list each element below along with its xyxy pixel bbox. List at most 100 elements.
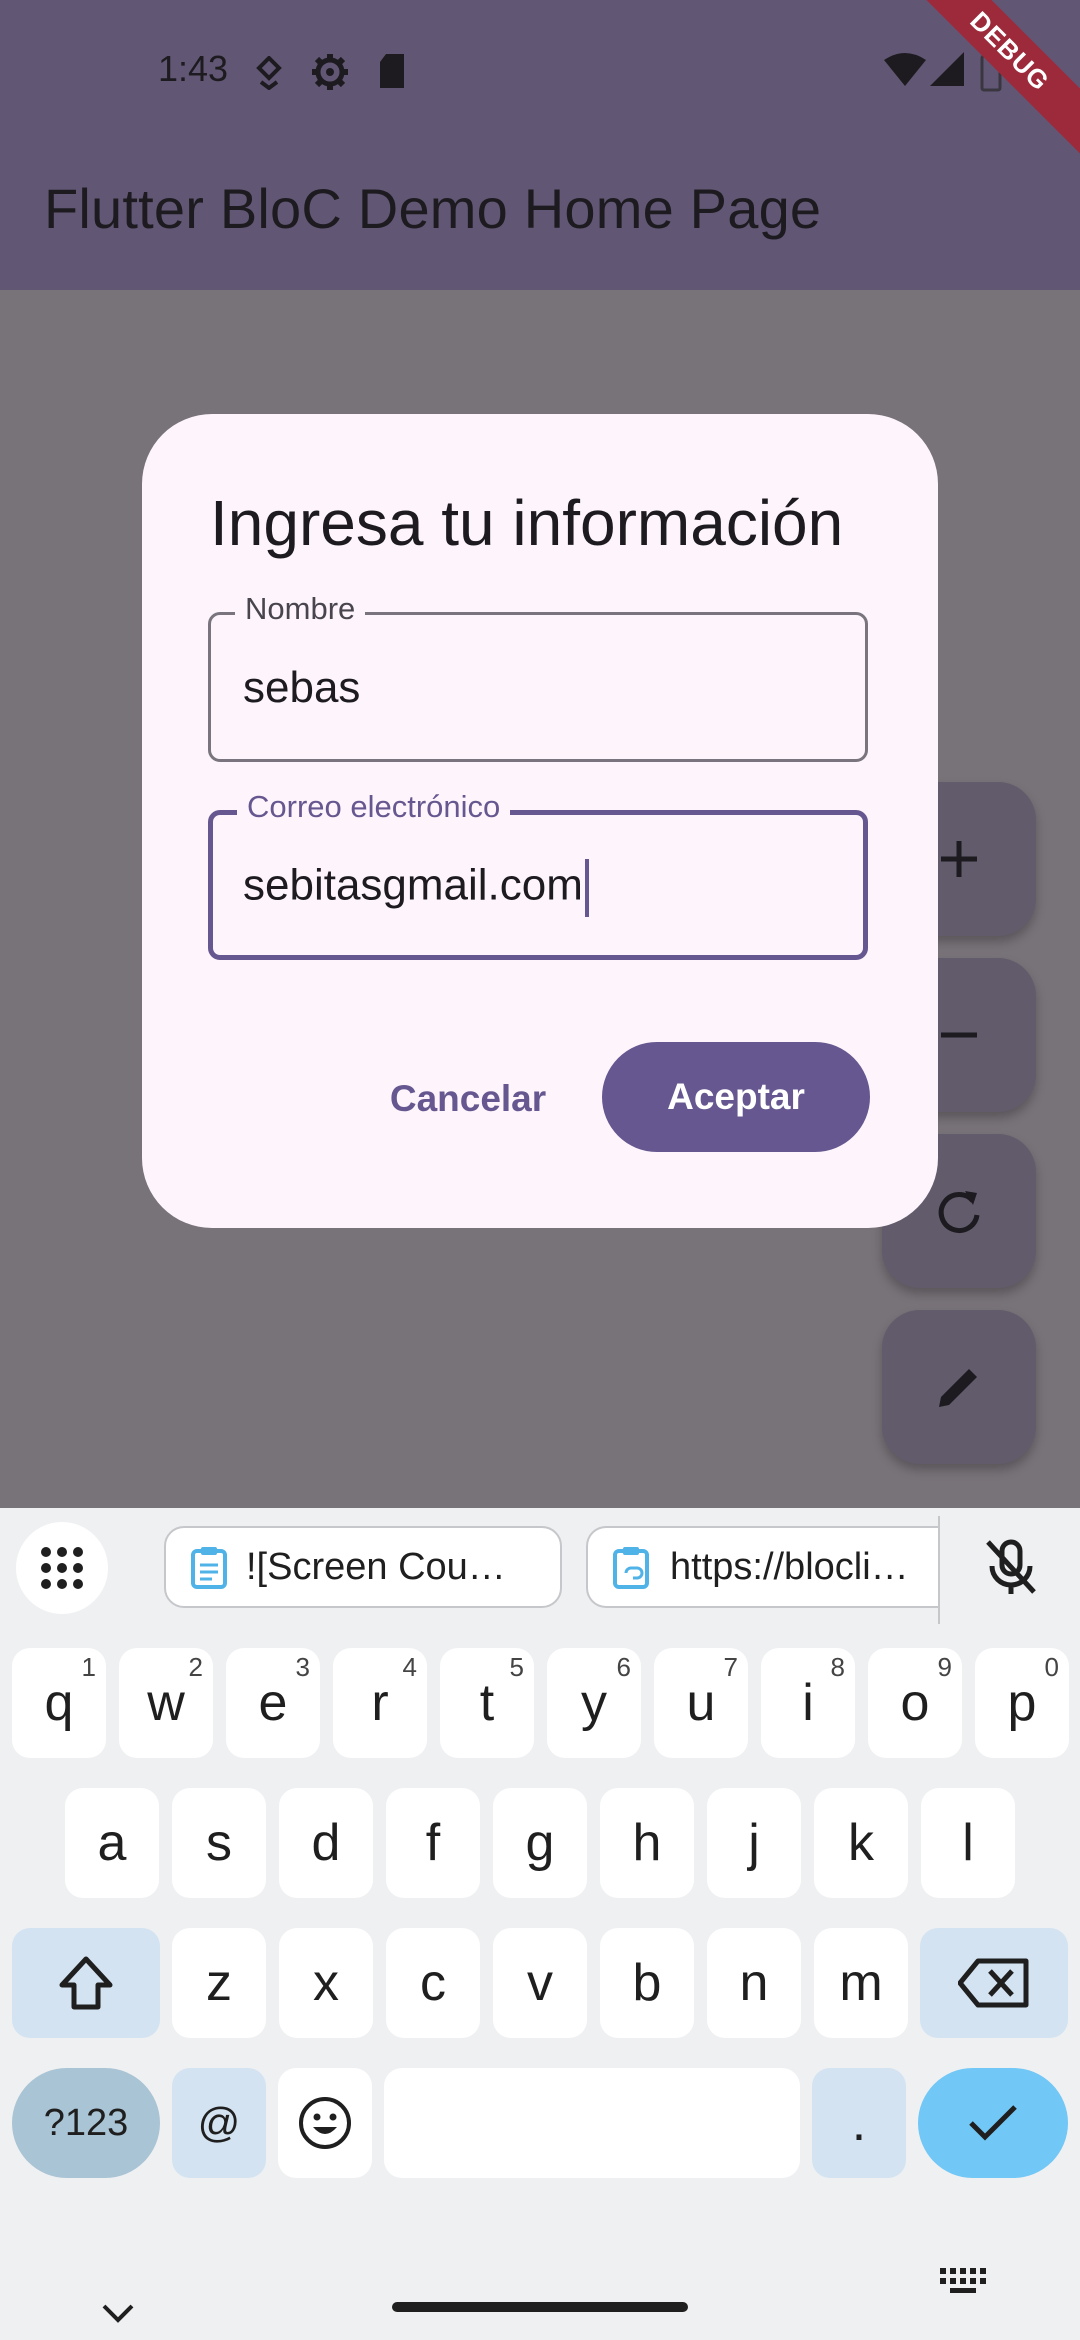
key-v-label: v — [527, 1954, 553, 2012]
key-m[interactable]: m — [814, 1928, 908, 2038]
key-j-label: j — [748, 1814, 760, 1872]
key-i-hint: 8 — [830, 1652, 845, 1682]
clipboard-link-icon — [613, 1547, 649, 1589]
hide-keyboard-chevron-icon[interactable] — [96, 2298, 140, 2326]
key-h[interactable]: h — [600, 1788, 694, 1898]
edit-pencil-icon — [939, 1369, 977, 1407]
key-z-label: z — [206, 1954, 232, 2012]
home-indicator[interactable] — [392, 2302, 688, 2312]
key-s-label: s — [206, 1814, 232, 1872]
key-x[interactable]: x — [279, 1928, 373, 2038]
email-field-value-wrap[interactable]: sebitasgmail.com — [243, 859, 843, 917]
status-bar: 1:43 — [0, 0, 1080, 140]
space-key[interactable] — [384, 2068, 800, 2178]
key-k[interactable]: k — [814, 1788, 908, 1898]
key-y-hint: 6 — [616, 1652, 631, 1682]
clipboard-chip-1-text: ![Screen Cou… — [246, 1545, 506, 1588]
key-d-label: d — [311, 1814, 341, 1872]
key-q-label: q — [44, 1674, 74, 1732]
keyboard-switch-icon[interactable] — [938, 2266, 988, 2296]
email-field[interactable]: Correo electrónico sebitasgmail.com — [208, 789, 868, 960]
key-c[interactable]: c — [386, 1928, 480, 2038]
email-field-value[interactable]: sebitasgmail.com — [243, 861, 583, 910]
key-g[interactable]: g — [493, 1788, 587, 1898]
emoji-key[interactable] — [278, 2068, 372, 2178]
key-a-label: a — [97, 1814, 127, 1872]
clipboard-chip-2-text: https://blocli… — [670, 1545, 909, 1588]
name-field-label: Nombre — [235, 591, 366, 627]
settings-gear-icon — [312, 54, 348, 90]
grid-apps-icon — [41, 1547, 83, 1589]
cancel-button[interactable]: Cancelar — [378, 1044, 558, 1154]
key-i-label: i — [802, 1674, 814, 1732]
app-bar: 1:43 Flutter BloC Demo Home Page DEBUG — [0, 0, 1080, 290]
key-c-label: c — [420, 1954, 446, 2012]
key-f[interactable]: f — [386, 1788, 480, 1898]
clipboard-icon — [191, 1547, 227, 1589]
at-key[interactable]: @ — [172, 2068, 266, 2178]
plus-icon — [941, 841, 977, 877]
key-b-label: b — [632, 1954, 662, 2012]
key-d[interactable]: d — [279, 1788, 373, 1898]
key-j[interactable]: j — [707, 1788, 801, 1898]
key-f-label: f — [425, 1814, 441, 1872]
key-o[interactable]: o9 — [868, 1648, 962, 1758]
key-v[interactable]: v — [493, 1928, 587, 2038]
key-l[interactable]: l — [921, 1788, 1015, 1898]
key-n-label: n — [739, 1954, 769, 2012]
suggestion-divider — [938, 1516, 940, 1624]
key-r-label: r — [371, 1674, 389, 1732]
wifi-icon — [884, 53, 926, 86]
key-e-label: e — [258, 1674, 288, 1732]
key-s[interactable]: s — [172, 1788, 266, 1898]
key-q-hint: 1 — [81, 1652, 96, 1682]
symbols-key[interactable]: ?123 — [12, 2068, 160, 2178]
accept-button[interactable]: Aceptar — [602, 1042, 870, 1152]
key-u-hint: 7 — [723, 1652, 738, 1682]
sd-card-icon — [380, 54, 404, 88]
minus-icon — [941, 1032, 977, 1038]
key-r[interactable]: r4 — [333, 1648, 427, 1758]
clipboard-chip-1[interactable]: ![Screen Cou… — [164, 1526, 562, 1608]
key-t[interactable]: t5 — [440, 1648, 534, 1758]
key-a[interactable]: a — [65, 1788, 159, 1898]
key-m-label: m — [839, 1954, 883, 2012]
info-dialog: Ingresa tu información Nombre sebas Corr… — [142, 414, 938, 1228]
key-p-hint: 0 — [1044, 1652, 1059, 1682]
key-n[interactable]: n — [707, 1928, 801, 2038]
key-w-hint: 2 — [188, 1652, 203, 1682]
key-t-label: t — [479, 1674, 495, 1732]
key-x-label: x — [313, 1954, 339, 2012]
key-w-label: w — [147, 1674, 185, 1732]
refresh-icon — [938, 1191, 980, 1233]
key-w[interactable]: w2 — [119, 1648, 213, 1758]
key-o-hint: 9 — [937, 1652, 952, 1682]
mic-off-icon[interactable] — [982, 1538, 1040, 1596]
key-o-label: o — [900, 1674, 930, 1732]
period-key[interactable]: . — [812, 2068, 906, 2178]
key-z[interactable]: z — [172, 1928, 266, 2038]
key-b[interactable]: b — [600, 1928, 694, 2038]
edit-button[interactable] — [882, 1310, 1036, 1464]
checkmark-icon — [969, 2105, 1017, 2141]
key-e[interactable]: e3 — [226, 1648, 320, 1758]
key-q[interactable]: q1 — [12, 1648, 106, 1758]
enter-key[interactable] — [918, 2068, 1068, 2178]
clipboard-chip-2[interactable]: https://blocli… — [586, 1526, 938, 1608]
shift-arrow-icon — [59, 1956, 113, 2010]
key-p-label: p — [1007, 1674, 1037, 1732]
keyboard-menu-button[interactable] — [16, 1522, 108, 1614]
backspace-key[interactable] — [920, 1928, 1068, 2038]
signal-icon — [930, 52, 964, 86]
key-u[interactable]: u7 — [654, 1648, 748, 1758]
key-e-hint: 3 — [295, 1652, 310, 1682]
key-i[interactable]: i8 — [761, 1648, 855, 1758]
key-u-label: u — [686, 1674, 716, 1732]
shift-key[interactable] — [12, 1928, 160, 2038]
name-field-value[interactable]: sebas — [243, 663, 843, 713]
app-bar-title: Flutter BloC Demo Home Page — [44, 177, 822, 240]
key-k-label: k — [848, 1814, 874, 1872]
key-p[interactable]: p0 — [975, 1648, 1069, 1758]
name-field[interactable]: Nombre sebas — [208, 591, 868, 762]
key-y[interactable]: y6 — [547, 1648, 641, 1758]
